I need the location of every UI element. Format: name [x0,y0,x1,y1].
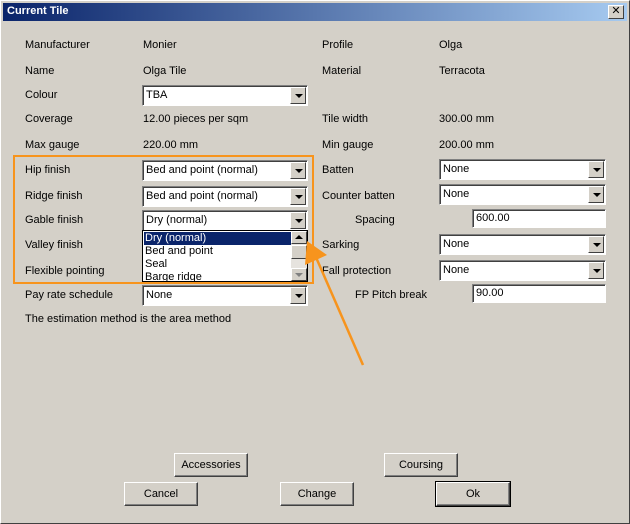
colour-select[interactable]: TBA [142,85,308,106]
flexible-pointing-label: Flexible pointing [25,265,105,277]
counter-batten-select[interactable]: None [439,184,606,205]
chevron-down-icon[interactable] [588,186,604,203]
max-gauge-value: 220.00 mm [143,139,199,151]
gable-finish-dropdown-list[interactable]: Dry (normal) Bed and point Seal Barge ri… [142,230,308,282]
name-value: Olga Tile [143,65,187,77]
hip-finish-select[interactable]: Bed and point (normal) [142,160,308,181]
tile-width-label: Tile width [322,113,369,125]
chevron-down-icon[interactable] [290,162,306,179]
chevron-down-icon[interactable] [290,188,306,205]
coverage-label: Coverage [25,113,73,125]
profile-label: Profile [322,39,354,51]
manufacturer-label: Manufacturer [25,39,90,51]
manufacturer-value: Monier [143,39,177,51]
min-gauge-value: 200.00 mm [439,139,495,151]
ridge-finish-label: Ridge finish [25,190,83,202]
sarking-select-value: None [443,238,470,250]
estimation-note: The estimation method is the area method [25,313,232,325]
title-bar[interactable]: Current Tile ✕ [3,3,627,21]
batten-select-value: None [443,163,470,175]
batten-label: Batten [322,164,354,176]
window-title: Current Tile [7,5,69,17]
sarking-select[interactable]: None [439,234,606,255]
material-value: Terracota [439,65,485,77]
cancel-button[interactable]: Cancel [124,482,198,506]
fall-protection-select[interactable]: None [439,260,606,281]
fall-protection-select-value: None [443,264,470,276]
colour-select-value: TBA [146,89,168,101]
name-label: Name [25,65,55,77]
coursing-button[interactable]: Coursing [384,453,458,477]
tile-width-value: 300.00 mm [439,113,495,125]
annotation-arrow-shaft [313,254,365,366]
colour-label: Colour [25,89,58,101]
current-tile-dialog: Current Tile ✕ Manufacturer Monier Profi… [0,0,630,524]
counter-batten-select-value: None [443,188,470,200]
dropdown-option-bed-and-point[interactable]: Bed and point [145,245,213,258]
chevron-down-icon[interactable] [588,161,604,178]
spacing-label: Spacing [355,214,395,226]
close-icon[interactable]: ✕ [608,5,624,19]
annotation-arrow-icon [305,241,365,366]
gable-finish-label: Gable finish [25,214,84,226]
counter-batten-label: Counter batten [322,190,395,202]
hip-finish-select-value: Bed and point (normal) [146,164,258,176]
spacing-input[interactable]: 600.00 [472,209,606,228]
max-gauge-label: Max gauge [25,139,80,151]
hip-finish-label: Hip finish [25,164,71,176]
ridge-finish-select-value: Bed and point (normal) [146,190,258,202]
chevron-down-icon[interactable] [588,262,604,279]
min-gauge-label: Min gauge [322,139,374,151]
annotation-arrow-head [305,241,327,265]
fp-pitch-break-input[interactable]: 90.00 [472,284,606,303]
ridge-finish-select[interactable]: Bed and point (normal) [142,186,308,207]
dropdown-option-dry-normal[interactable]: Dry (normal) [144,232,292,245]
chevron-down-icon[interactable] [290,87,306,104]
valley-finish-label: Valley finish [25,239,83,251]
gable-finish-select-value: Dry (normal) [146,214,208,226]
change-button[interactable]: Change [280,482,354,506]
accessories-button[interactable]: Accessories [174,453,248,477]
gable-finish-select[interactable]: Dry (normal) [142,210,308,231]
spacing-input-value: 600.00 [476,212,510,224]
chevron-down-icon[interactable] [290,212,306,229]
pay-rate-schedule-select-value: None [146,289,173,301]
pay-rate-schedule-select[interactable]: None [142,285,308,306]
ok-button[interactable]: Ok [435,481,511,507]
material-label: Material [322,65,362,77]
coverage-value: 12.00 pieces per sqm [143,113,249,125]
pay-rate-schedule-label: Pay rate schedule [25,289,114,301]
profile-value: Olga [439,39,463,51]
fp-pitch-break-input-value: 90.00 [476,287,504,299]
chevron-down-icon[interactable] [588,236,604,253]
dropdown-option-barge-ridge[interactable]: Barge ridge [145,271,202,281]
batten-select[interactable]: None [439,159,606,180]
dropdown-option-seal[interactable]: Seal [145,258,167,271]
